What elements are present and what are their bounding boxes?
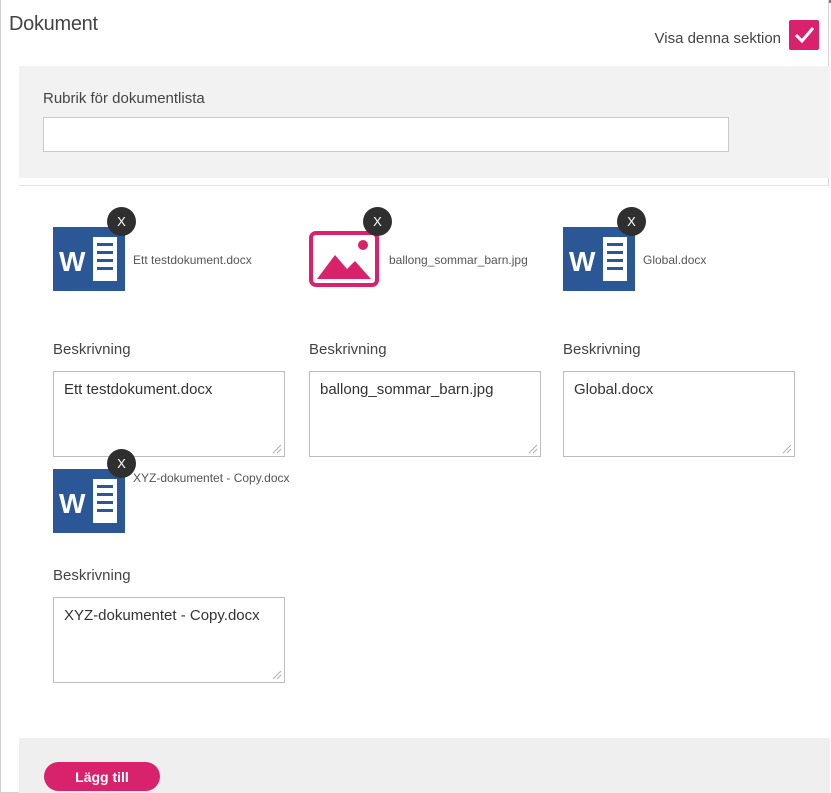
svg-text:W: W bbox=[59, 488, 86, 519]
remove-document-button[interactable]: X bbox=[107, 207, 136, 236]
description-textarea[interactable]: Global.docx bbox=[563, 371, 795, 457]
show-section-label: Visa denna sektion bbox=[654, 29, 781, 47]
description-text: ballong_sommar_barn.jpg bbox=[320, 381, 494, 398]
close-icon: X bbox=[117, 456, 126, 471]
show-section-toggle[interactable]: Visa denna sektion bbox=[655, 20, 819, 50]
resize-grip-icon[interactable] bbox=[528, 444, 538, 454]
document-filename: Ett testdokument.docx bbox=[133, 253, 252, 267]
add-document-button[interactable]: Lägg till bbox=[44, 762, 160, 791]
description-textarea[interactable]: XYZ-dokumentet - Copy.docx bbox=[53, 597, 285, 683]
close-icon: X bbox=[117, 214, 126, 229]
show-section-checkbox[interactable] bbox=[789, 20, 819, 50]
description-textarea[interactable]: ballong_sommar_barn.jpg bbox=[309, 371, 541, 457]
close-icon: X bbox=[627, 214, 636, 229]
description-textarea[interactable]: Ett testdokument.docx bbox=[53, 371, 285, 457]
checkmark-icon bbox=[794, 27, 815, 44]
remove-document-button[interactable]: X bbox=[107, 449, 136, 478]
description-label: Beskrivning bbox=[563, 341, 641, 358]
description-text: Global.docx bbox=[574, 381, 654, 398]
svg-text:W: W bbox=[59, 246, 86, 277]
section-title: Dokument bbox=[9, 13, 98, 35]
description-label: Beskrivning bbox=[53, 341, 131, 358]
close-icon: X bbox=[373, 214, 382, 229]
remove-document-button[interactable]: X bbox=[617, 207, 646, 236]
remove-document-button[interactable]: X bbox=[363, 207, 392, 236]
document-filename: ballong_sommar_barn.jpg bbox=[389, 253, 528, 267]
document-filename: XYZ-dokumentet - Copy.docx bbox=[133, 471, 290, 485]
description-label: Beskrivning bbox=[53, 567, 131, 584]
resize-grip-icon[interactable] bbox=[272, 444, 282, 454]
description-label: Beskrivning bbox=[309, 341, 387, 358]
documents-panel: Dokument Visa denna sektion Rubrik för d… bbox=[0, 0, 830, 793]
list-title-input[interactable] bbox=[43, 117, 729, 152]
svg-text:W: W bbox=[569, 246, 596, 277]
documents-list: W X Ett testdokument.docx Beskrivning Et… bbox=[19, 185, 830, 739]
resize-grip-icon[interactable] bbox=[782, 444, 792, 454]
resize-grip-icon[interactable] bbox=[272, 670, 282, 680]
footer-actions: Lägg till bbox=[19, 738, 830, 793]
description-text: XYZ-dokumentet - Copy.docx bbox=[64, 607, 260, 624]
document-filename: Global.docx bbox=[643, 253, 707, 267]
list-title-label: Rubrik för dokumentlista bbox=[43, 90, 205, 107]
list-title-section: Rubrik för dokumentlista bbox=[19, 66, 830, 178]
description-text: Ett testdokument.docx bbox=[64, 381, 213, 398]
